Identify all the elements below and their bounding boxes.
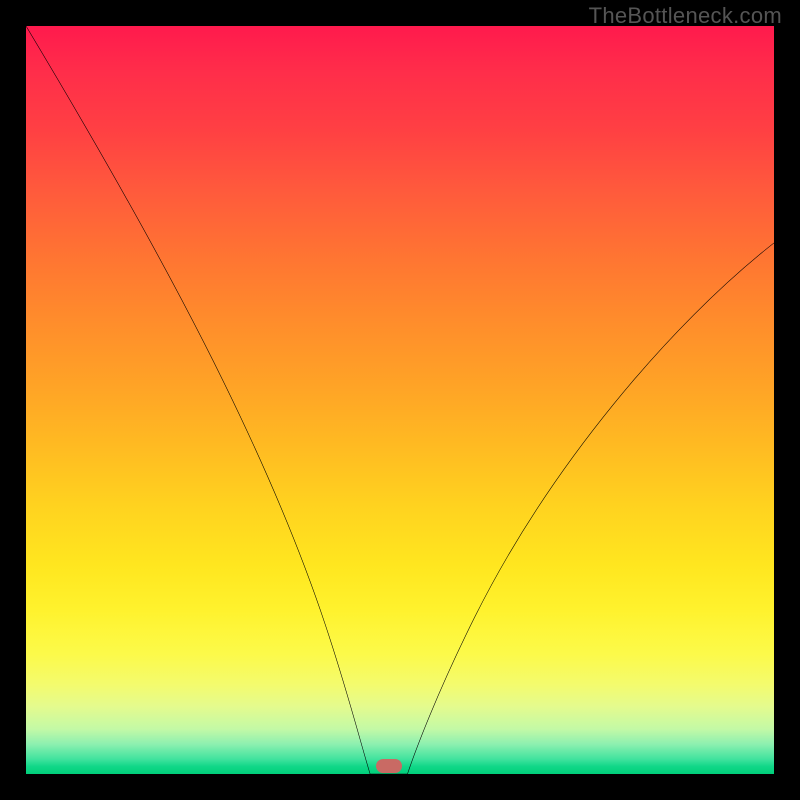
optimal-point-marker <box>376 759 402 773</box>
plot-area <box>26 26 774 774</box>
watermark-text: TheBottleneck.com <box>589 3 782 29</box>
chart-frame: TheBottleneck.com <box>0 0 800 800</box>
curve-path <box>26 26 774 774</box>
bottleneck-curve <box>26 26 774 774</box>
